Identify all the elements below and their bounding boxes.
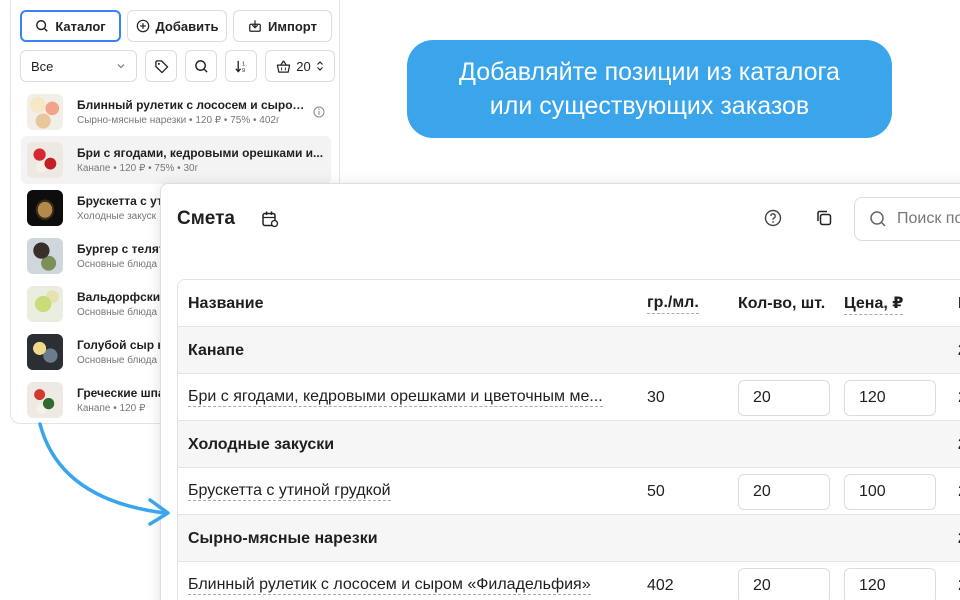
help-icon[interactable] <box>764 209 782 227</box>
add-button[interactable]: Добавить <box>127 10 227 42</box>
dish-thumbnail <box>27 382 63 418</box>
dish-thumbnail <box>27 334 63 370</box>
table-header-row: Название гр./мл. Кол-во, шт. Цена, ₽ I <box>178 280 960 327</box>
item-name[interactable]: Бри с ягодами, кедровыми орешками и цвет… <box>188 388 603 407</box>
column-header-grams[interactable]: гр./мл. <box>647 294 699 314</box>
price-input[interactable]: 100 <box>844 473 936 510</box>
catalog-item[interactable]: Бри с ягодами, кедровыми орешками и... К… <box>21 136 331 184</box>
plus-circle-icon <box>136 19 149 33</box>
basket-icon <box>277 60 291 73</box>
qty-input[interactable]: 20 <box>738 379 830 416</box>
price-input[interactable]: 120 <box>844 567 936 600</box>
search-icon <box>194 59 208 73</box>
column-header-price[interactable]: Цена, ₽ <box>844 293 904 315</box>
catalog-filters: Все 19 20 <box>20 50 335 82</box>
search-icon <box>870 211 886 227</box>
estimate-table: Название гр./мл. Кол-во, шт. Цена, ₽ I К… <box>177 279 960 600</box>
portion-count-value: 20 <box>296 58 311 74</box>
svg-text:9: 9 <box>241 68 244 74</box>
catalog-item-meta: Сырно-мясные нарезки • 120 ₽ • 75% • 402… <box>77 115 280 126</box>
category-select-value: Все <box>31 58 54 74</box>
stepper-arrows-icon[interactable] <box>316 60 324 72</box>
item-grams: 30 <box>647 388 665 406</box>
search-placeholder: Поиск по <box>897 210 960 227</box>
group-name: Холодные закуски <box>188 435 335 453</box>
tag-icon <box>154 59 168 73</box>
qty-input[interactable]: 20 <box>738 567 830 600</box>
dish-thumbnail <box>27 142 63 178</box>
svg-text:1: 1 <box>241 61 244 67</box>
table-row: Блинный рулетик с лососем и сыром «Филад… <box>178 562 960 600</box>
add-button-label: Добавить <box>155 18 219 34</box>
item-grams: 402 <box>647 576 674 594</box>
category-select[interactable]: Все <box>20 50 137 82</box>
qty-input[interactable]: 20 <box>738 473 830 510</box>
estimate-title: Смета <box>177 208 235 229</box>
item-name[interactable]: Брускетта с утиной грудкой <box>188 482 391 501</box>
table-group-row: Холодные закуски 2 <box>178 421 960 468</box>
catalog-toolbar: Каталог Добавить Импорт <box>20 10 332 42</box>
sort-button[interactable]: 19 <box>225 50 257 82</box>
column-header-qty[interactable]: Кол-во, шт. <box>738 280 825 327</box>
chevron-down-icon <box>117 64 125 69</box>
table-group-row: Канапе 2 <box>178 327 960 374</box>
price-input[interactable]: 120 <box>844 379 936 416</box>
info-icon[interactable] <box>313 106 325 118</box>
copy-icon[interactable] <box>815 209 833 227</box>
estimate-panel: Смета Поиск по Название гр./мл. Кол-во, … <box>160 183 960 600</box>
tag-filter-button[interactable] <box>145 50 177 82</box>
item-name[interactable]: Блинный рулетик с лососем и сыром «Филад… <box>188 576 591 595</box>
dish-thumbnail <box>27 238 63 274</box>
dish-thumbnail <box>27 286 63 322</box>
search-filter-button[interactable] <box>185 50 217 82</box>
catalog-item-name: Блинный рулетик с лососем и сыром ... <box>77 98 309 112</box>
hint-bubble: Добавляйте позиции из каталога или сущес… <box>407 40 892 138</box>
item-grams: 50 <box>647 482 665 500</box>
import-icon <box>249 20 261 32</box>
hint-line-2: или существующих заказов <box>489 92 810 120</box>
estimate-search-input[interactable]: Поиск по <box>854 197 960 241</box>
catalog-button-label: Каталог <box>55 18 106 34</box>
dish-thumbnail <box>27 190 63 226</box>
import-button-label: Импорт <box>268 18 317 34</box>
group-name: Сырно-мясные нарезки <box>188 529 378 547</box>
table-row: Бри с ягодами, кедровыми орешками и цвет… <box>178 374 960 421</box>
table-row: Брускетта с утиной грудкой 50 20 100 2 <box>178 468 960 515</box>
calendar-settings-icon[interactable] <box>261 210 279 228</box>
table-group-row: Сырно-мясные нарезки 2 <box>178 515 960 562</box>
catalog-item-meta: Канапе • 120 ₽ • 75% • 30г <box>77 163 199 174</box>
import-button[interactable]: Импорт <box>233 10 332 42</box>
portion-count-stepper[interactable]: 20 <box>265 50 335 82</box>
hint-line-1: Добавляйте позиции из каталога <box>459 58 840 86</box>
sort-icon: 19 <box>234 60 245 74</box>
dish-thumbnail <box>27 94 63 130</box>
group-name: Канапе <box>188 341 244 359</box>
catalog-item-name: Бри с ягодами, кедровыми орешками и... <box>77 146 324 160</box>
catalog-item[interactable]: Блинный рулетик с лососем и сыром ... Сы… <box>21 88 331 136</box>
column-header-name[interactable]: Название <box>188 280 264 327</box>
search-icon <box>36 20 49 32</box>
catalog-button[interactable]: Каталог <box>20 10 121 42</box>
